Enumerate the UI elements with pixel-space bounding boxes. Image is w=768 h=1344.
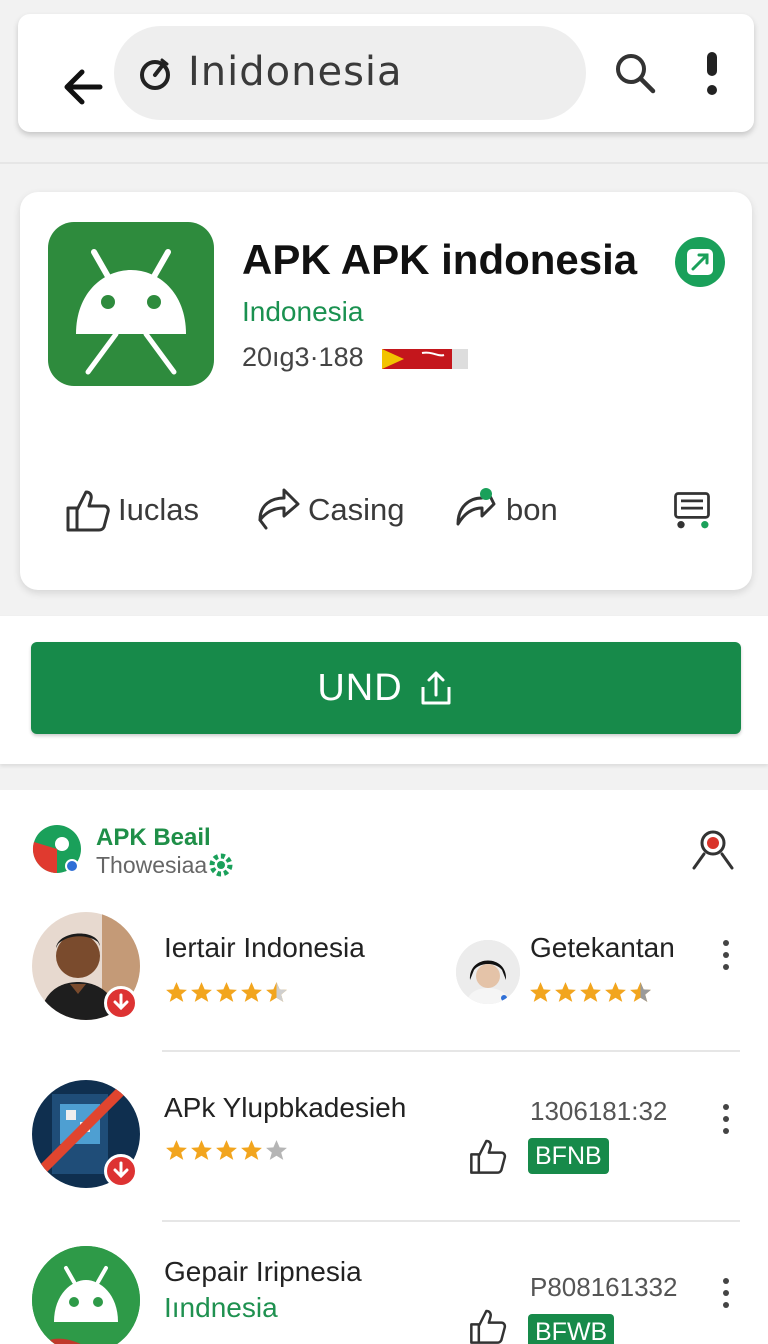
star-icon [241, 982, 262, 1002]
app-developer[interactable]: Indonesia [242, 296, 363, 328]
list-item-title[interactable]: APk Ylupbkadesieh [164, 1092, 406, 1124]
thumb-up-icon[interactable] [468, 1136, 508, 1176]
list-item-title[interactable]: Iertair Indonesia [164, 932, 365, 964]
install-section: UND [0, 616, 768, 764]
share-button[interactable]: Casing [254, 480, 405, 540]
list-item-subtitle: Iındnesia [164, 1292, 278, 1323]
timer-icon [140, 58, 170, 90]
divider [162, 1220, 740, 1222]
search-icon[interactable] [612, 50, 658, 96]
app-meta: 20ıg3·188 [242, 342, 364, 372]
avatar[interactable] [456, 940, 520, 1004]
like-label: Iuclas [118, 492, 199, 527]
star-icon [605, 982, 626, 1002]
star-icon [630, 982, 651, 1002]
star-icon [241, 1140, 262, 1160]
share-label: Casing [308, 492, 405, 527]
thumb-up-icon [66, 490, 110, 532]
avatar[interactable] [32, 1246, 140, 1344]
list-item-number: P808161332 [530, 1272, 678, 1302]
install-label: UND [317, 666, 403, 709]
more-vert-icon[interactable] [718, 938, 734, 972]
share-badge-icon [456, 488, 496, 526]
list-item-title[interactable]: Gepair Iripnesia [164, 1256, 362, 1288]
share-badge-button[interactable]: bon [452, 480, 558, 540]
back-arrow-icon[interactable] [58, 62, 108, 112]
more-vert-icon[interactable] [698, 48, 726, 100]
list-item-tag[interactable]: BFWB [528, 1314, 615, 1344]
brand-name[interactable]: APK Beail [96, 824, 211, 852]
rating-stars [528, 980, 653, 1004]
flag-icon [382, 349, 468, 369]
share-badge-label: bon [506, 492, 558, 527]
download-badge-icon [104, 986, 138, 1020]
more-vert-icon[interactable] [718, 1276, 734, 1310]
list-section: APK Beail Thowesiaa Iertair Indonesia Ge… [0, 790, 768, 1344]
star-icon [166, 982, 187, 1002]
rating-stars [164, 980, 289, 1004]
android-icon [76, 249, 186, 375]
cart-icon [674, 492, 710, 529]
star-icon [530, 982, 551, 1002]
star-icon [266, 1140, 287, 1160]
search-query: Inidonesia [188, 49, 403, 95]
divider [0, 162, 768, 164]
app-icon[interactable] [48, 222, 214, 386]
app-title: APK APK indonesia [242, 236, 638, 283]
like-button[interactable]: Iuclas [64, 480, 199, 540]
brand-subtitle: Thowesiaa [96, 852, 208, 878]
more-vert-icon[interactable] [718, 1102, 734, 1136]
star-icon [266, 982, 287, 1002]
action-row: Iuclas Casing bon [20, 480, 752, 540]
verified-icon [675, 237, 725, 287]
search-input[interactable]: Inidonesia [114, 26, 586, 120]
app-card: APK APK indonesia Indonesia 20ıg3·188 Iu… [20, 192, 752, 590]
star-icon [166, 1140, 187, 1160]
star-icon [216, 1140, 237, 1160]
divider [162, 1050, 740, 1052]
list-item-tag[interactable]: BFNB [528, 1138, 609, 1174]
list-item-number: 1306181:32 [530, 1096, 668, 1126]
star-icon [191, 1140, 212, 1160]
star-icon [191, 982, 212, 1002]
location-pin-icon[interactable] [690, 826, 736, 872]
share-upload-icon [421, 671, 451, 705]
star-icon [216, 982, 237, 1002]
top-search-bar: Inidonesia [18, 14, 754, 132]
cart-button[interactable] [670, 480, 714, 540]
brand-logo-icon [32, 825, 81, 874]
download-badge-icon [104, 1154, 138, 1188]
install-button[interactable]: UND [31, 642, 741, 734]
gear-badge-icon [209, 853, 233, 877]
star-icon [580, 982, 601, 1002]
star-icon [555, 982, 576, 1002]
rating-stars [164, 1138, 289, 1162]
share-icon [258, 488, 300, 530]
list-item-right-title[interactable]: Getekantan [530, 932, 675, 964]
thumb-up-icon[interactable] [468, 1306, 508, 1344]
